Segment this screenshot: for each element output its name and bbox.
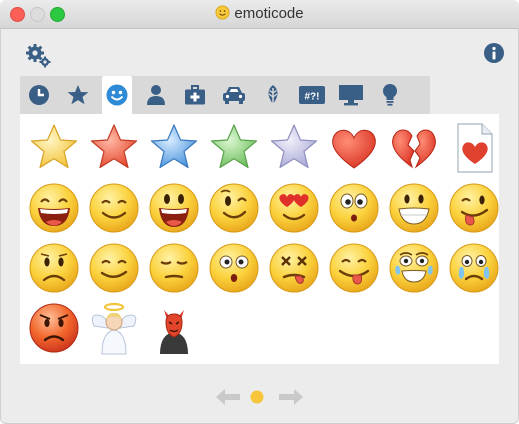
blue-star-icon[interactable]	[146, 120, 202, 176]
top-toolbar	[0, 28, 519, 76]
window-title-text: emoticode	[234, 5, 304, 22]
tab-smileys[interactable]	[102, 76, 132, 114]
smirk-face-icon[interactable]	[86, 240, 142, 296]
tab-objects[interactable]	[180, 79, 210, 111]
winking-face-icon[interactable]	[206, 180, 262, 236]
heart-eyes-face-icon[interactable]	[266, 180, 322, 236]
tab-recent[interactable]	[24, 79, 54, 111]
crying-face-icon[interactable]	[446, 240, 502, 296]
symbols-icon: #?!	[299, 86, 325, 104]
smiley-icon	[215, 5, 230, 24]
tab-ideas[interactable]	[375, 79, 405, 111]
tab-computer[interactable]	[336, 79, 366, 111]
yellow-star-icon[interactable]	[26, 120, 82, 176]
red-star-icon[interactable]	[86, 120, 142, 176]
monitor-icon	[339, 85, 363, 106]
broken-heart-icon[interactable]	[386, 120, 442, 176]
previous-page-arrow-icon[interactable]	[215, 388, 241, 406]
gear-icon[interactable]	[24, 42, 52, 68]
devil-icon[interactable]	[146, 300, 202, 356]
lavender-star-icon[interactable]	[266, 120, 322, 176]
title-bar[interactable]: emoticode	[0, 0, 519, 29]
star-icon	[67, 85, 89, 105]
red-heart-icon[interactable]	[326, 120, 382, 176]
window-title: emoticode	[0, 5, 519, 24]
angry-red-face-icon[interactable]	[26, 300, 82, 356]
app-window: emoticode #?!	[0, 0, 519, 424]
shocked-face-icon[interactable]	[206, 240, 262, 296]
grimacing-face-icon[interactable]	[386, 180, 442, 236]
smiling-face-icon[interactable]	[86, 180, 142, 236]
surprised-face-icon[interactable]	[326, 180, 382, 236]
big-grin-face-icon[interactable]	[146, 180, 202, 236]
tab-nature[interactable]	[258, 79, 288, 111]
clock-icon	[29, 85, 49, 105]
tab-travel[interactable]	[219, 79, 249, 111]
leaf-icon	[268, 85, 278, 106]
emoticon-grid	[20, 114, 499, 364]
heart-document-icon[interactable]	[446, 120, 502, 176]
medkit-icon	[185, 85, 205, 105]
car-icon	[223, 87, 245, 104]
sleepy-face-icon[interactable]	[146, 240, 202, 296]
angel-icon[interactable]	[86, 300, 142, 356]
tab-favorites[interactable]	[63, 79, 93, 111]
person-icon	[147, 85, 165, 105]
category-tab-bar: #?!	[20, 76, 430, 114]
lightbulb-icon	[383, 84, 397, 106]
tab-people[interactable]	[141, 79, 171, 111]
page-indicator-dot[interactable]	[250, 390, 264, 404]
page-navigation	[0, 372, 519, 412]
tab-symbols[interactable]: #?!	[297, 79, 327, 111]
green-star-icon[interactable]	[206, 120, 262, 176]
info-icon[interactable]	[483, 42, 505, 64]
tongue-out-face-icon[interactable]	[446, 180, 502, 236]
sad-face-icon[interactable]	[26, 240, 82, 296]
laughing-face-icon[interactable]	[26, 180, 82, 236]
tearful-laugh-face-icon[interactable]	[386, 240, 442, 296]
next-page-arrow-icon[interactable]	[278, 388, 304, 406]
dizzy-face-icon[interactable]	[266, 240, 322, 296]
tongue-wink-face-icon[interactable]	[326, 240, 382, 296]
symbols-icon-label: #?!	[305, 92, 320, 103]
smiley-icon	[106, 84, 128, 106]
